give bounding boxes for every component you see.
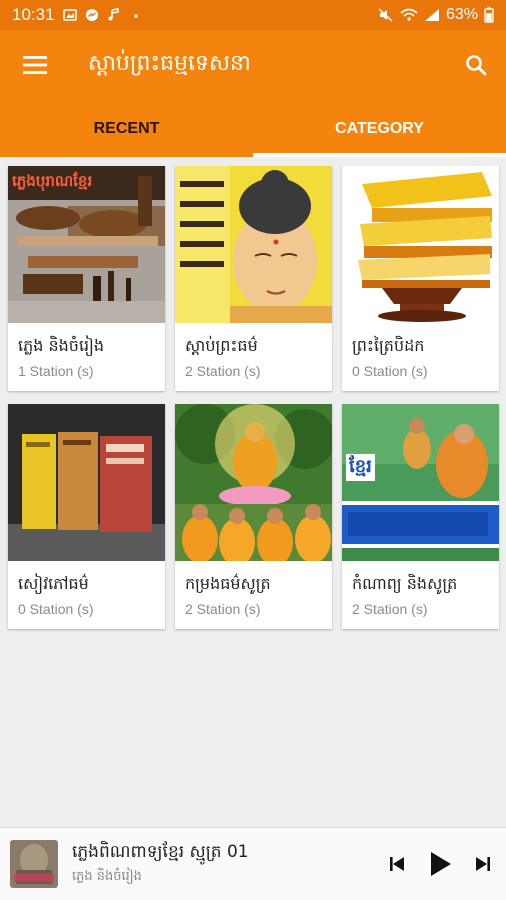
category-title: ស្តាប់ព្រះធម៌ xyxy=(185,336,258,355)
category-station-count: 0 Station (s) xyxy=(18,601,94,617)
status-right-icons: 63% xyxy=(378,6,494,24)
tab-bar: RECENT CATEGORY xyxy=(0,100,506,157)
tab-recent[interactable]: RECENT xyxy=(0,100,253,157)
tab-selected-indicator xyxy=(253,153,506,157)
app-title: ស្តាប់ព្រះធម្មទេសនា xyxy=(88,51,251,76)
tab-recent-label: RECENT xyxy=(93,119,160,137)
category-station-count: 2 Station (s) xyxy=(185,363,261,379)
play-icon xyxy=(431,852,451,876)
player-track-subtitle: ភ្លេង និងចំរៀង xyxy=(72,869,142,884)
category-station-count: 2 Station (s) xyxy=(185,601,261,617)
mini-player[interactable]: ភ្លេងពិណពាទ្យខ្មែរ ស្មូត្រ 01 ភ្លេង និងច… xyxy=(0,827,506,900)
category-card-music[interactable]: ភ្លេងបុរាណខ្មែរ ភ្លេង និងចំរៀង 1 Station… xyxy=(8,166,165,391)
status-notification-icons xyxy=(62,8,143,22)
mute-icon xyxy=(378,8,393,22)
buddha-portrait-image xyxy=(175,166,332,323)
status-time: 10:31 xyxy=(12,5,55,24)
search-icon xyxy=(466,55,487,76)
category-title: ព្រះត្រៃបិដក xyxy=(352,336,425,355)
category-title: សៀវភៅធម៌ xyxy=(18,574,89,593)
battery-icon xyxy=(484,7,494,23)
skip-next-icon xyxy=(476,857,490,871)
skip-previous-icon xyxy=(390,857,404,871)
category-title: កម្រងធម៌សូត្រ xyxy=(185,574,271,593)
category-card-dharma[interactable]: ស្តាប់ព្រះធម៌ 2 Station (s) xyxy=(175,166,332,391)
player-artwork-image xyxy=(10,840,58,888)
tipitaka-books-image xyxy=(342,166,499,323)
poetry-illustration-image xyxy=(342,404,499,561)
tab-category-label: CATEGORY xyxy=(335,119,424,137)
category-card-poetry[interactable]: ខ្មែរ កំណាព្យ និងសូត្រ 2 Station (s) xyxy=(342,404,499,629)
category-thumbnail-chanting xyxy=(175,404,332,561)
category-grid: ភ្លេងបុរាណខ្មែរ ភ្លេង និងចំរៀង 1 Station… xyxy=(8,166,500,629)
thumbnail-caption: ភ្លេងបុរាណខ្មែរ xyxy=(12,172,93,190)
thumbnail-caption: ខ្មែរ xyxy=(346,454,375,481)
category-thumbnail-poetry: ខ្មែរ xyxy=(342,404,499,561)
category-thumbnail-dharma xyxy=(175,166,332,323)
dharma-books-image xyxy=(8,404,165,561)
category-thumbnail-books xyxy=(8,404,165,561)
menu-button[interactable] xyxy=(0,30,70,100)
signal-icon xyxy=(424,9,439,21)
gallery-notification-icon xyxy=(62,9,77,21)
status-bar: 10:31 63% xyxy=(0,0,506,30)
play-button[interactable] xyxy=(428,851,452,877)
battery-percent: 63% xyxy=(445,6,478,23)
messenger-notification-icon xyxy=(85,9,98,21)
player-text: ភ្លេងពិណពាទ្យខ្មែរ ស្មូត្រ 01 ភ្លេង និងច… xyxy=(72,841,249,887)
player-track-title: ភ្លេងពិណពាទ្យខ្មែរ ស្មូត្រ 01 xyxy=(72,842,249,862)
category-station-count: 1 Station (s) xyxy=(18,363,94,379)
skip-next-button[interactable] xyxy=(474,855,492,873)
category-title: ភ្លេង និងចំរៀង xyxy=(18,336,105,355)
category-thumbnail-tipitaka xyxy=(342,166,499,323)
music-notification-icon xyxy=(108,8,119,21)
category-card-chanting[interactable]: កម្រងធម៌សូត្រ 2 Station (s) xyxy=(175,404,332,629)
category-station-count: 0 Station (s) xyxy=(352,363,428,379)
category-card-books[interactable]: សៀវភៅធម៌ 0 Station (s) xyxy=(8,404,165,629)
dot-notification-icon xyxy=(133,14,138,18)
app-bar: ស្តាប់ព្រះធម្មទេសនា xyxy=(0,30,506,100)
hamburger-menu-icon xyxy=(23,56,47,74)
buddha-monks-image xyxy=(175,404,332,561)
tab-category[interactable]: CATEGORY xyxy=(253,100,506,157)
category-thumbnail-music: ភ្លេងបុរាណខ្មែរ xyxy=(8,166,165,323)
category-card-tipitaka[interactable]: ព្រះត្រៃបិដក 0 Station (s) xyxy=(342,166,499,391)
category-station-count: 2 Station (s) xyxy=(352,601,428,617)
player-artwork xyxy=(10,840,58,888)
search-button[interactable] xyxy=(446,30,506,100)
skip-previous-button[interactable] xyxy=(388,855,406,873)
wifi-icon xyxy=(400,8,418,21)
player-controls xyxy=(388,851,506,877)
category-title: កំណាព្យ និងសូត្រ xyxy=(352,574,458,593)
